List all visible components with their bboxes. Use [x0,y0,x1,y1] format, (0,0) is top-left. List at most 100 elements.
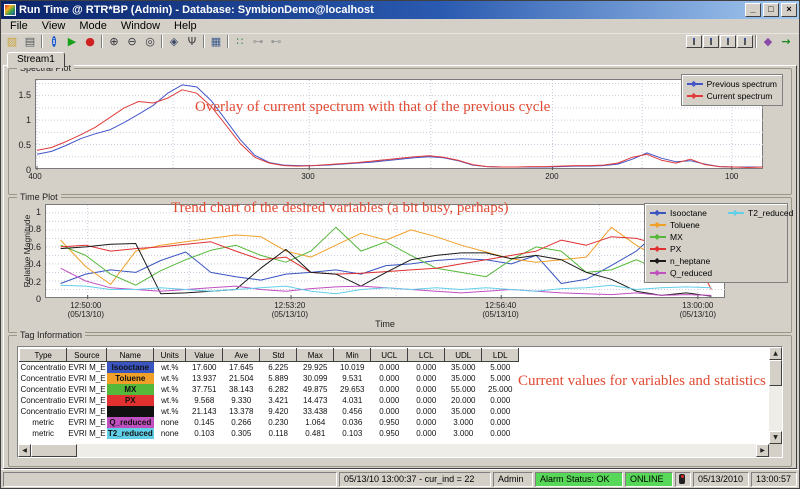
scroll-left-button[interactable]: ◀ [18,444,31,457]
mdi-window-button-2[interactable] [703,35,719,48]
minimize-button[interactable]: _ [745,3,761,17]
open-button[interactable]: ▨ [3,34,21,49]
legend-item-PX: ◆PX [650,243,728,255]
cell-value: 10.019 [334,362,371,373]
legend-item-Q_reduced: ◆Q_reduced [650,267,728,279]
toolbar-separator [41,35,43,48]
spectral-chart-canvas[interactable] [35,79,763,169]
status-user: Admin [493,472,533,487]
column-header-lcl[interactable]: LCL [408,349,445,362]
legend-marker-icon: ◆ [687,80,703,88]
cell-units: none [154,428,186,439]
column-header-ldl[interactable]: LDL [482,349,519,362]
menu-view[interactable]: View [35,19,73,34]
preview-button[interactable]: ◈ [165,34,183,49]
menu-window[interactable]: Window [114,19,167,34]
axis-scale-icon: Ψ [188,36,197,47]
status-alarm-icon-cell [675,472,691,487]
menu-mode[interactable]: Mode [72,19,114,34]
mdi-window-button-4[interactable] [737,35,753,48]
tag-table-header: TypeSourceNameUnitsValueAveStdMaxMinUCLL… [20,349,519,362]
column-header-min[interactable]: Min [334,349,371,362]
table-row[interactable]: ConcentratioEVRI M_EMXwt.%37.75138.1436.… [20,384,519,395]
tab-stream1[interactable]: Stream1 [7,52,65,68]
tag-name-badge: PX [107,395,154,406]
menu-help[interactable]: Help [167,19,204,34]
time-chart-canvas[interactable] [45,204,725,298]
tag-name-badge: MX [107,384,154,395]
cell-value: 5.000 [482,362,519,373]
stop-button[interactable]: ● [81,34,99,49]
connection-button[interactable]: ∷ [231,34,249,49]
column-header-ave[interactable]: Ave [223,349,260,362]
scroll-right-button[interactable]: ▶ [756,444,769,457]
connection-icon: ∷ [237,36,244,47]
legend-marker-icon: ◆ [687,92,703,100]
tag-name-badge: T2_reduced [107,428,154,439]
column-header-units[interactable]: Units [154,349,186,362]
tag-table-vertical-scrollbar[interactable]: ▲ ▼ [769,347,782,444]
zoom-in-button[interactable]: ⊕ [105,34,123,49]
cell-value: 0.000 [371,406,408,417]
window-icon [710,38,712,45]
close-button[interactable]: × [781,3,797,17]
exit-icon: → [781,36,790,47]
legend-item-n_heptane: ◆n_heptane [650,255,728,267]
run-button[interactable]: ▶ [63,34,81,49]
menu-file[interactable]: File [3,19,35,34]
cell-value: 0.481 [297,428,334,439]
vertical-scroll-thumb[interactable] [769,360,782,386]
cell-value: 0.000 [408,395,445,406]
cell-value: 0.000 [371,384,408,395]
chart-window-button[interactable]: ▦ [207,34,225,49]
scroll-up-button[interactable]: ▲ [769,347,782,360]
table-row[interactable]: metricEVRI M_EQ_reducednone0.1450.2660.2… [20,417,519,428]
table-row[interactable]: ConcentratioEVRI M_En_heptanewt.%21.1431… [20,406,519,417]
link-b-button[interactable]: ⊷ [267,34,285,49]
cell-source: EVRI M_E [67,395,107,406]
cell-value: 0.000 [482,406,519,417]
column-header-source[interactable]: Source [67,349,107,362]
tag-table-horizontal-scrollbar[interactable]: ◀ ▶ [18,444,769,457]
print-button[interactable]: ▤ [21,34,39,49]
zoom-out-button[interactable]: ⊖ [123,34,141,49]
column-header-max[interactable]: Max [297,349,334,362]
mdi-window-button-3[interactable] [720,35,736,48]
cell-value: 3.000 [445,417,482,428]
legend-marker-icon: ◆ [650,209,666,217]
legend-label: PX [670,244,681,254]
column-header-value[interactable]: Value [186,349,223,362]
y-tick-label: 0.6 [21,242,41,252]
cell-value: 0.000 [408,362,445,373]
status-date: 05/13/2010 [693,472,749,487]
exit-button[interactable]: → [777,34,795,49]
help-book-button[interactable]: ◆ [759,34,777,49]
tag-name-badge: Q_reduced [107,417,154,428]
maximize-button[interactable]: □ [763,3,779,17]
y-tick-label: 0.2 [21,277,41,287]
tag-name-badge: Toluene [107,373,154,384]
zoom-reset-button[interactable]: ◎ [141,34,159,49]
table-row[interactable]: ConcentratioEVRI M_EIsooctanewt.%17.6001… [20,362,519,373]
horizontal-scroll-thumb[interactable] [31,444,77,457]
column-header-name[interactable]: Name [107,349,154,362]
window-icon [693,38,695,45]
axis-scale-button[interactable]: Ψ [183,34,201,49]
column-header-type[interactable]: Type [20,349,67,362]
table-row[interactable]: metricEVRI M_ET2_reducednone0.1030.3050.… [20,428,519,439]
cell-units: wt.% [154,373,186,384]
table-row[interactable]: ConcentratioEVRI M_EToluenewt.%13.93721.… [20,373,519,384]
scroll-down-button[interactable]: ▼ [769,431,782,444]
info-button[interactable]: i [45,34,63,49]
run-icon: ▶ [68,36,76,47]
mdi-window-button-1[interactable] [686,35,702,48]
column-header-std[interactable]: Std [260,349,297,362]
column-header-ucl[interactable]: UCL [371,349,408,362]
column-header-udl[interactable]: UDL [445,349,482,362]
toolbar-separator [161,35,163,48]
cell-value: 3.000 [445,428,482,439]
link-a-button[interactable]: ⊶ [249,34,267,49]
cell-value: 21.504 [223,373,260,384]
table-row[interactable]: ConcentratioEVRI M_EPXwt.%9.5689.3303.42… [20,395,519,406]
window-icon [744,38,746,45]
